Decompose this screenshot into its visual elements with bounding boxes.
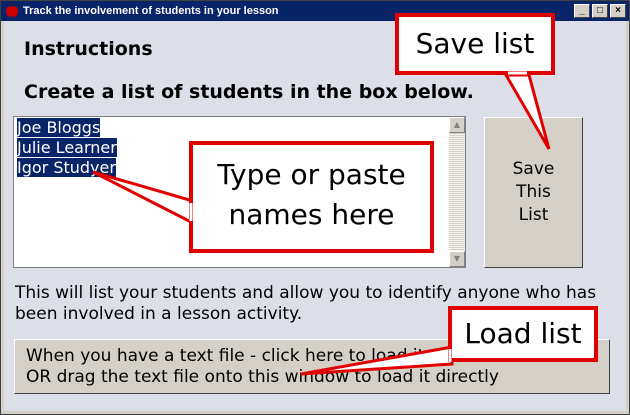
load-list-callout: Load list xyxy=(448,306,598,362)
app-window: Track the involvement of students in you… xyxy=(0,0,630,415)
save-button-line: Save xyxy=(512,159,555,179)
save-list-button[interactable]: Save This List xyxy=(484,117,583,268)
student-name: Julie Learner xyxy=(17,138,117,157)
scroll-track[interactable] xyxy=(449,133,465,251)
minimize-icon[interactable]: _ xyxy=(574,4,590,18)
type-callout-line2: names here xyxy=(228,198,395,231)
vertical-scrollbar[interactable]: ▲ ▼ xyxy=(449,117,465,267)
type-callout-line1: Type or paste xyxy=(217,158,406,191)
scroll-up-icon[interactable]: ▲ xyxy=(449,117,465,133)
apple-icon xyxy=(5,3,19,17)
instructions-heading: Instructions xyxy=(24,38,153,60)
window-title: Track the involvement of students in you… xyxy=(23,5,279,17)
load-button-line2: OR drag the text file onto this window t… xyxy=(26,367,499,387)
student-name: Joe Bloggs xyxy=(17,118,101,137)
create-list-heading: Create a list of students in the box bel… xyxy=(24,81,474,103)
student-name: Igor Studyer xyxy=(17,158,116,177)
save-button-line: This xyxy=(516,182,551,202)
close-icon[interactable]: × xyxy=(610,4,626,18)
save-list-callout: Save list xyxy=(395,13,555,75)
maximize-icon[interactable]: □ xyxy=(592,4,608,18)
scroll-down-icon[interactable]: ▼ xyxy=(449,251,465,267)
save-button-line: List xyxy=(518,205,549,225)
type-names-callout: Type or paste names here xyxy=(189,141,434,253)
